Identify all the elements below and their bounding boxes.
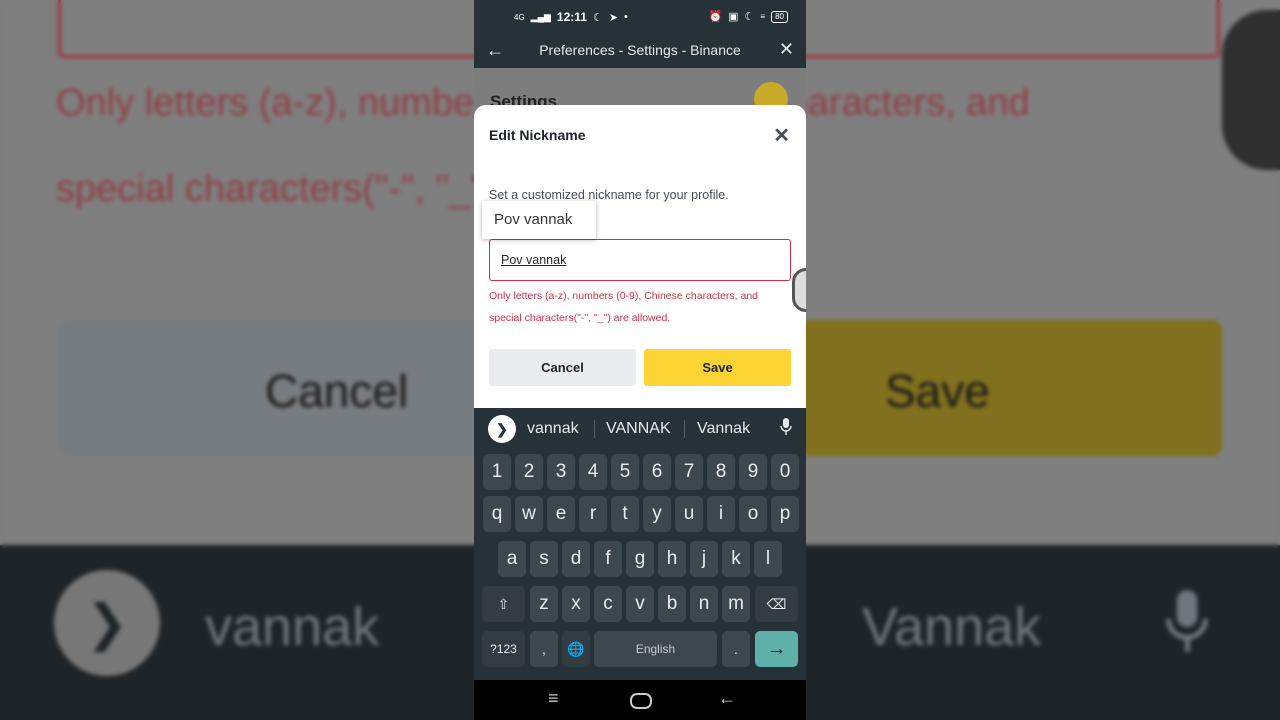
cancel-button[interactable]: Cancel	[489, 349, 636, 386]
battery-icon: 80	[771, 10, 788, 23]
status-bar: 4G ▂▄▆ 12:11 ☾ ➤ • ⏰ ▣ ☾ ≡ 80	[474, 0, 806, 34]
network-indicator: 4G	[514, 12, 525, 22]
bg-cancel-label: Cancel	[265, 365, 409, 417]
dnd-moon-icon: ☾	[744, 11, 755, 23]
bg-microphone-icon	[1162, 586, 1212, 670]
nickname-input[interactable]	[490, 240, 790, 280]
bg-suggestion-3: Vannak	[862, 597, 1042, 657]
suggestion-divider	[594, 420, 595, 438]
letter-key[interactable]: q	[483, 496, 511, 532]
validation-error-line1: Only letters (a-z), numbers (0-9), Chine…	[489, 290, 759, 302]
microphone-icon[interactable]	[780, 418, 792, 441]
letter-key[interactable]: f	[594, 541, 622, 577]
autocomplete-suggestion[interactable]: Pov vannak	[494, 211, 572, 228]
save-button[interactable]: Save	[644, 349, 791, 386]
letter-key[interactable]: l	[754, 541, 782, 577]
app-bar: ← Preferences - Settings - Binance ✕	[474, 34, 806, 68]
suggestion-3[interactable]: Vannak	[697, 420, 750, 438]
letter-key[interactable]: e	[547, 496, 575, 532]
edit-nickname-dialog: Edit Nickname ✕ Set a customized nicknam…	[474, 105, 806, 408]
chevron-right-icon[interactable]: ❯	[488, 415, 516, 443]
number-key[interactable]: 5	[611, 454, 639, 490]
phone-screen: 4G ▂▄▆ 12:11 ☾ ➤ • ⏰ ▣ ☾ ≡ 80 ← Preferen…	[474, 0, 806, 720]
dialog-title: Edit Nickname	[489, 127, 586, 143]
moon-icon: ☾	[592, 11, 603, 24]
letter-key[interactable]: i	[707, 496, 735, 532]
letter-key[interactable]: a	[498, 541, 526, 577]
letter-key[interactable]: b	[658, 586, 686, 622]
signal-icon: ▂▄▆	[530, 11, 551, 22]
number-key[interactable]: 3	[547, 454, 575, 490]
suggestion-divider	[684, 420, 685, 438]
validation-error: Only letters (a-z), numbers (0-9), Chine…	[489, 285, 791, 329]
letter-key[interactable]: c	[594, 586, 622, 622]
page-title: Preferences - Settings - Binance	[539, 42, 741, 58]
bg-save-button	[800, 320, 1222, 456]
number-key[interactable]: 9	[739, 454, 767, 490]
shift-key[interactable]: ⇧	[482, 586, 525, 622]
letter-key[interactable]: h	[658, 541, 686, 577]
letter-key[interactable]: v	[626, 586, 654, 622]
nickname-field[interactable]	[489, 239, 791, 281]
letter-key[interactable]: j	[690, 541, 718, 577]
bg-suggestion-1: vannak	[205, 597, 380, 657]
soft-keyboard: ❯ vannak VANNAK Vannak 1234567890 qwerty…	[474, 408, 806, 680]
letter-key[interactable]: m	[722, 586, 750, 622]
number-key[interactable]: 1	[483, 454, 511, 490]
recents-icon[interactable]: ≡	[548, 688, 559, 709]
number-key[interactable]: 6	[643, 454, 671, 490]
number-key[interactable]: 2	[515, 454, 543, 490]
wifi-icon: ≡	[760, 12, 766, 21]
letter-key[interactable]: n	[690, 586, 718, 622]
suggestion-2[interactable]: VANNAK	[606, 420, 671, 438]
number-key[interactable]: 8	[707, 454, 735, 490]
dialog-close-icon[interactable]: ✕	[773, 123, 790, 148]
letter-key[interactable]: g	[626, 541, 654, 577]
suggestion-bar: ❯ vannak VANNAK Vannak	[474, 408, 806, 450]
telegram-icon: ➤	[608, 11, 619, 24]
globe-icon[interactable]: 🌐	[562, 631, 590, 667]
letter-key[interactable]: u	[675, 496, 703, 532]
validation-error-line2: special characters("-", "_") are allowed…	[489, 312, 671, 324]
letter-key[interactable]: p	[771, 496, 799, 532]
settings-page-behind: Settings	[474, 68, 806, 116]
close-icon[interactable]: ✕	[779, 39, 794, 60]
bg-chevron-right-icon: ❯	[54, 570, 160, 676]
letter-key[interactable]: y	[643, 496, 671, 532]
back-nav-icon[interactable]: ←	[718, 688, 736, 709]
number-key[interactable]: 7	[675, 454, 703, 490]
number-key[interactable]: 0	[771, 454, 799, 490]
dialog-description: Set a customized nickname for your profi…	[489, 188, 729, 202]
letter-key[interactable]: w	[515, 496, 543, 532]
letter-key[interactable]: z	[530, 586, 558, 622]
letter-key[interactable]: d	[562, 541, 590, 577]
dot-icon: •	[624, 11, 628, 23]
period-key[interactable]: .	[722, 631, 750, 667]
system-nav-bar: ≡ ←	[474, 680, 806, 720]
suggestion-1[interactable]: vannak	[527, 420, 579, 438]
enter-arrow-icon[interactable]: →	[755, 631, 798, 667]
comma-key[interactable]: ,	[530, 631, 558, 667]
vibrate-icon: ▣	[728, 11, 739, 23]
symbols-key[interactable]: ?123	[482, 631, 525, 667]
letter-key[interactable]: r	[579, 496, 607, 532]
floating-bubble	[792, 268, 806, 312]
bg-overlay-shape	[1222, 10, 1280, 170]
bg-save-label: Save	[885, 365, 990, 417]
letter-key[interactable]: s	[530, 541, 558, 577]
letter-key[interactable]: o	[739, 496, 767, 532]
letter-key[interactable]: x	[562, 586, 590, 622]
letter-key[interactable]: k	[722, 541, 750, 577]
number-key[interactable]: 4	[579, 454, 607, 490]
status-time: 12:11	[556, 10, 587, 24]
alarm-icon: ⏰	[708, 11, 723, 23]
letter-key[interactable]: t	[611, 496, 639, 532]
home-icon[interactable]	[630, 693, 652, 709]
autocomplete-popup[interactable]: Pov vannak	[482, 201, 596, 239]
backspace-key[interactable]: ⌫	[755, 586, 798, 622]
space-key[interactable]: English	[594, 631, 717, 667]
